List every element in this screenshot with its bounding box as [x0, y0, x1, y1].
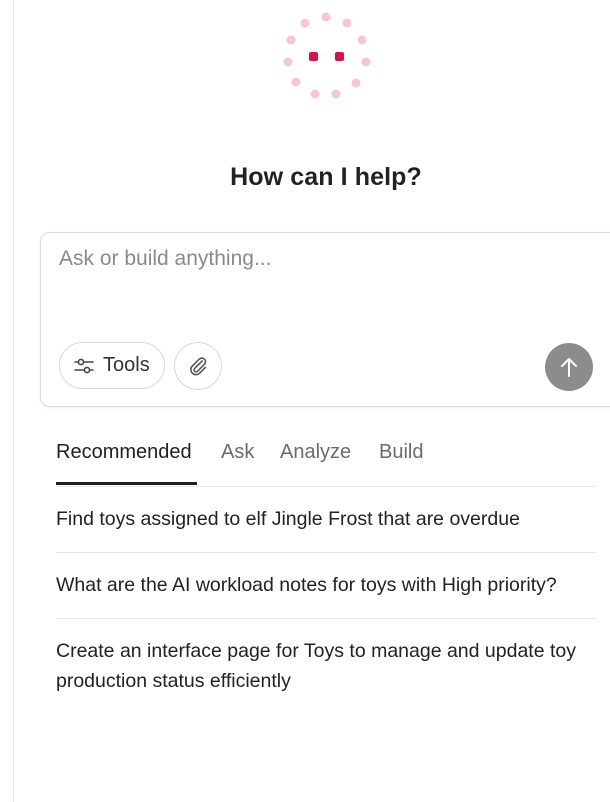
- tab-build[interactable]: Build: [379, 441, 423, 464]
- tools-button[interactable]: Tools: [59, 342, 165, 389]
- tools-label: Tools: [103, 354, 150, 376]
- suggestion-item[interactable]: Create an interface page for Toys to man…: [56, 619, 596, 714]
- suggestion-tabs: Recommended Ask Analyze Build: [56, 424, 596, 487]
- send-button[interactable]: [545, 343, 593, 391]
- loading-dots-icon: [283, 12, 371, 99]
- suggestion-item[interactable]: What are the AI workload notes for toys …: [56, 553, 596, 619]
- tab-ask[interactable]: Ask: [221, 441, 254, 464]
- suggestion-item[interactable]: Find toys assigned to elf Jingle Frost t…: [56, 487, 596, 553]
- tab-analyze[interactable]: Analyze: [280, 441, 351, 464]
- suggestion-list: Find toys assigned to elf Jingle Frost t…: [56, 487, 596, 714]
- paperclip-icon: [190, 357, 207, 376]
- attach-button[interactable]: [174, 342, 222, 390]
- page-title: How can I help?: [230, 163, 422, 191]
- tab-recommended[interactable]: Recommended: [56, 441, 192, 464]
- sliders-icon: [74, 358, 94, 373]
- prompt-composer: Tools: [40, 232, 610, 407]
- arrow-up-icon: [561, 358, 577, 377]
- active-tab-indicator: [56, 482, 197, 485]
- left-divider: [13, 0, 14, 802]
- prompt-input[interactable]: [59, 247, 559, 271]
